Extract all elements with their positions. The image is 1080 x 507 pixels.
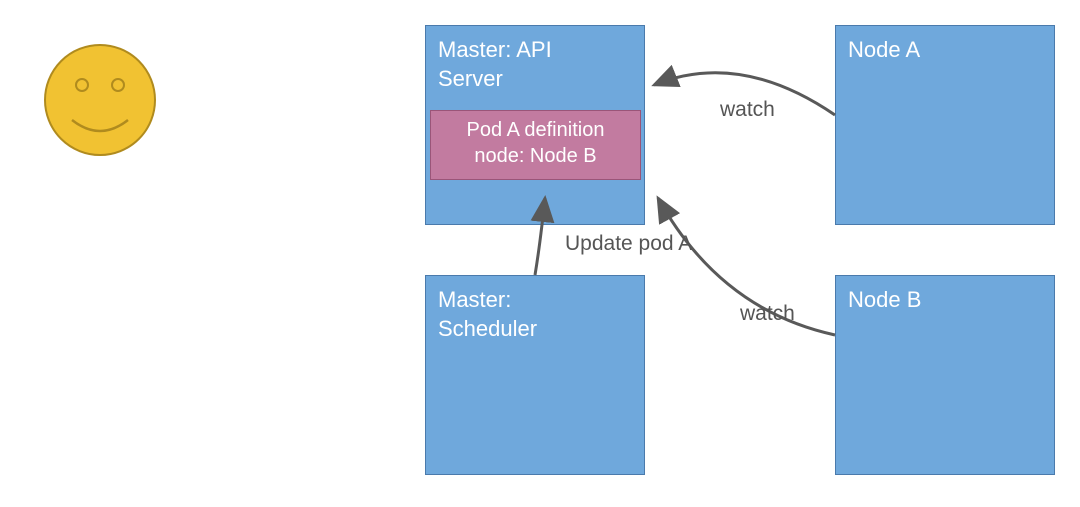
box-label-line2: Scheduler [438,315,632,344]
label-watch-b: watch [740,302,795,326]
box-pod-definition: Pod A definition node: Node B [430,110,641,180]
label-watch-a: watch [720,98,775,122]
label-update-pod: Update pod A [565,232,692,256]
box-master-scheduler: Master: Scheduler [425,275,645,475]
box-label: Node A [848,36,1042,65]
pod-label-line2: node: Node B [439,143,632,169]
box-node-a: Node A [835,25,1055,225]
box-node-b: Node B [835,275,1055,475]
pod-label-line1: Pod A definition [439,117,632,143]
box-label: Node B [848,286,1042,315]
smiley-face-icon [40,40,160,160]
box-label-line1: Master: API [438,36,632,65]
box-label-line1: Master: [438,286,632,315]
box-label-line2: Server [438,65,632,94]
